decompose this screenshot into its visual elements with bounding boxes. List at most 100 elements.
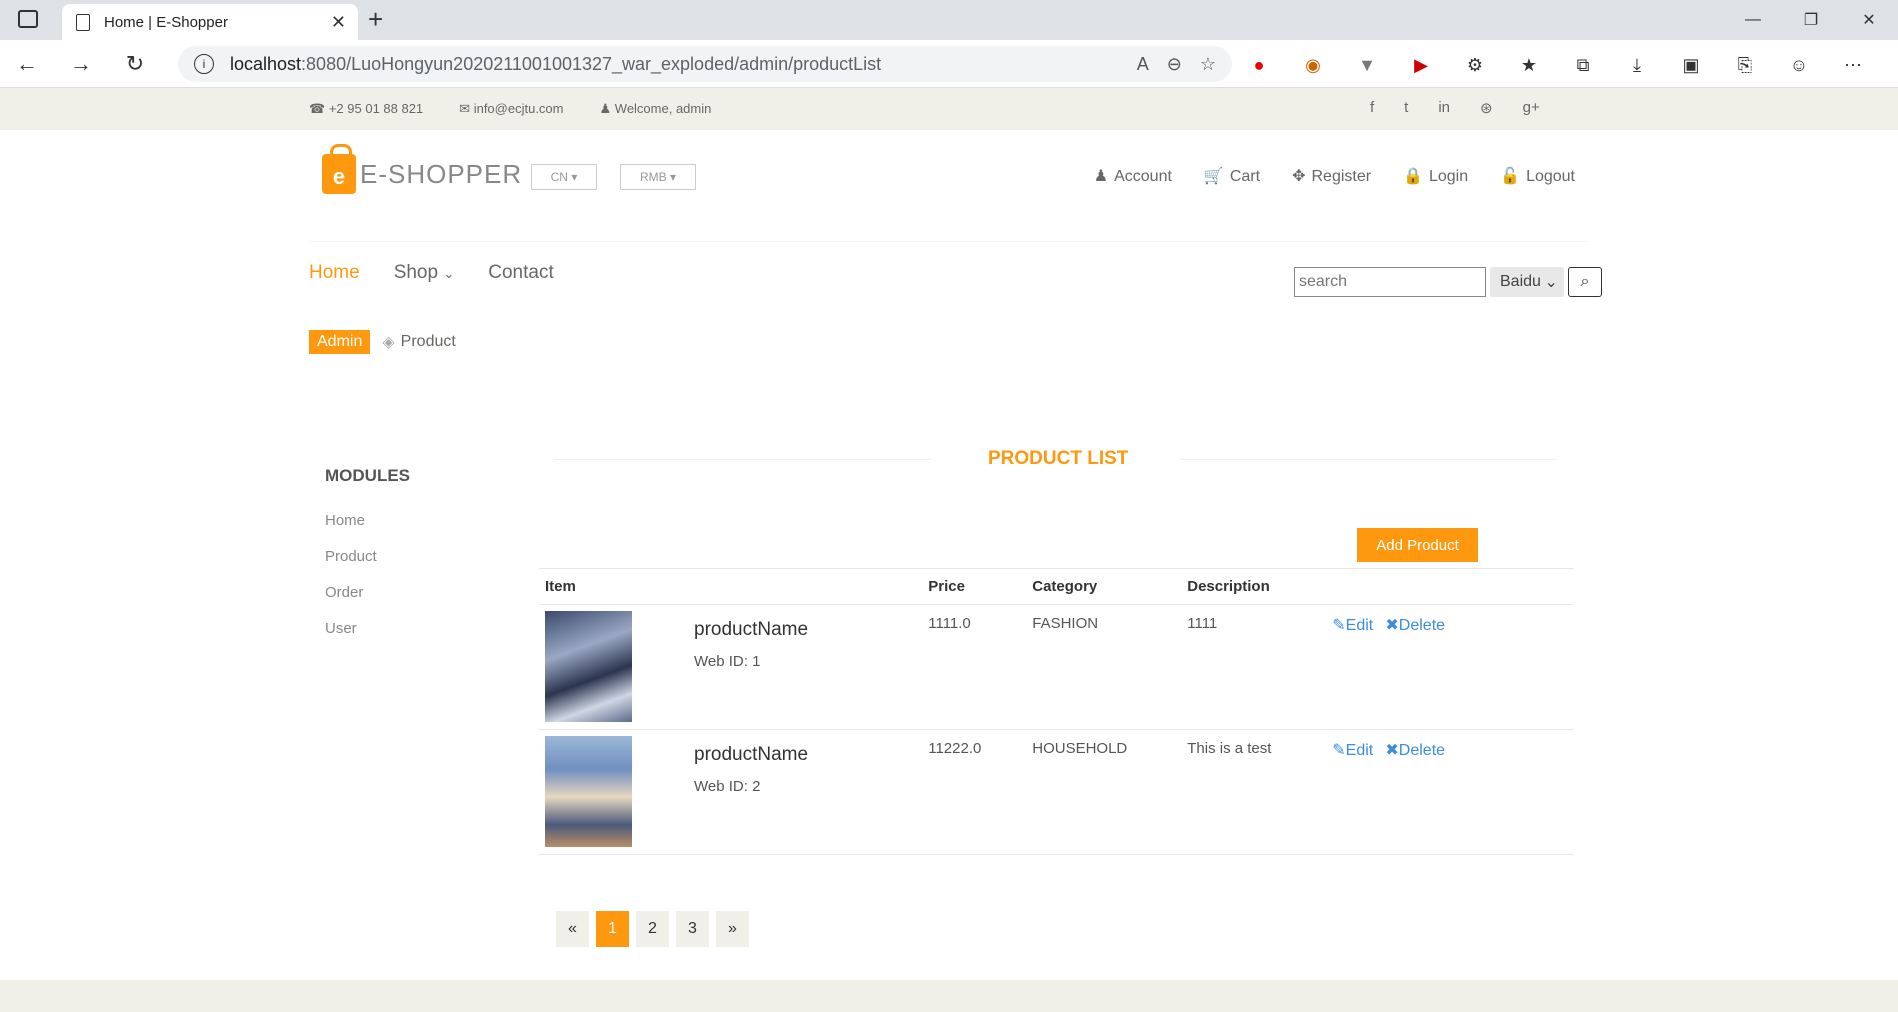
footer	[0, 980, 1898, 1012]
col-item: Item	[539, 568, 694, 605]
col-category: Category	[1026, 568, 1182, 605]
nav-home[interactable]: Home	[309, 262, 360, 284]
url-input[interactable]: i localhost:8080/LuoHongyun2020211001001…	[178, 46, 1232, 82]
breadcrumb-admin[interactable]: Admin	[309, 330, 371, 354]
page-1[interactable]: 1	[596, 911, 629, 947]
site-logo[interactable]: e E-SHOPPER	[322, 144, 522, 194]
logout-label: Logout	[1526, 168, 1575, 185]
vue-extension-icon[interactable]: ▼	[1354, 54, 1380, 76]
edit-label: Edit	[1345, 617, 1374, 634]
register-link[interactable]: ✥ Register	[1292, 166, 1371, 186]
product-webid: Web ID: 2	[694, 778, 761, 795]
times-icon: ✖	[1385, 742, 1399, 759]
account-link[interactable]: ♟ Account	[1094, 166, 1172, 186]
edit-link[interactable]: ✎Edit	[1332, 617, 1373, 634]
product-list-panel: PRODUCT LIST Add Product Item Price Cate…	[539, 440, 1574, 855]
address-bar: ← → ↻ i localhost:8080/LuoHongyun2020211…	[0, 40, 1898, 88]
edit-label: Edit	[1345, 742, 1374, 759]
phone-text: +2 95 01 88 821	[328, 101, 424, 116]
product-webid: Web ID: 1	[694, 653, 761, 670]
favorites-icon[interactable]: ★	[1516, 54, 1542, 76]
page-2[interactable]: 2	[636, 911, 669, 947]
unlock-icon: 🔓	[1500, 168, 1521, 185]
extensions-icon[interactable]: ⚙	[1462, 54, 1488, 76]
col-spacer	[694, 568, 923, 605]
product-name[interactable]: productName	[694, 619, 922, 641]
favorite-add-icon[interactable]: ☆	[1200, 54, 1216, 75]
breadcrumb-separator-icon: ◈	[382, 334, 395, 351]
flag-extension-icon[interactable]: ▶	[1408, 54, 1434, 76]
title-rule-left	[554, 459, 931, 460]
collections-icon[interactable]: ⧉	[1570, 54, 1596, 76]
sidebar-item-product[interactable]: Product	[325, 548, 410, 584]
search-button[interactable]: ⌕	[1568, 267, 1602, 297]
edit-link[interactable]: ✎Edit	[1332, 742, 1373, 759]
times-icon: ✖	[1385, 617, 1399, 634]
window-close-icon[interactable]: ✕	[1840, 0, 1898, 40]
search-input[interactable]	[1294, 267, 1486, 297]
sidebar-item-order[interactable]: Order	[325, 584, 410, 620]
tampermonkey-extension-icon[interactable]: ◉	[1300, 54, 1326, 76]
screenshot-icon[interactable]: ⎘	[1732, 54, 1758, 76]
new-tab-icon[interactable]: +	[368, 4, 383, 35]
facebook-icon[interactable]: f	[1370, 99, 1374, 117]
phone-info: ☎ +2 95 01 88 821	[309, 101, 423, 117]
page-3[interactable]: 3	[676, 911, 709, 947]
site-info-icon[interactable]: i	[194, 54, 214, 74]
chevron-down-icon: ⌄	[1544, 274, 1558, 291]
downloads-icon[interactable]: ⤓	[1624, 54, 1650, 76]
language-dropdown[interactable]: CN ▾	[531, 164, 597, 190]
currency-value: RMB	[639, 170, 667, 184]
url-path: :8080/LuoHongyun2020211001001327_war_exp…	[301, 53, 882, 74]
product-thumbnail[interactable]	[545, 736, 632, 847]
title-row: PRODUCT LIST	[539, 440, 1574, 478]
product-thumbnail[interactable]	[545, 611, 632, 722]
title-rule-right	[1179, 459, 1556, 460]
delete-link[interactable]: ✖Delete	[1385, 742, 1445, 759]
search-engine-select[interactable]: Baidu ⌄	[1490, 267, 1564, 297]
page-next[interactable]: »	[716, 911, 749, 947]
google-plus-icon[interactable]: g+	[1523, 99, 1540, 117]
tab-actions-icon[interactable]	[18, 10, 38, 28]
math-solver-icon[interactable]: ▣	[1678, 54, 1704, 76]
dribbble-icon[interactable]: ⊛	[1480, 99, 1493, 117]
restore-icon[interactable]: ❐	[1782, 0, 1840, 40]
more-menu-icon[interactable]: ⋯	[1840, 54, 1866, 76]
product-info-cell: productName Web ID: 2	[694, 729, 923, 855]
language-value: CN	[550, 170, 568, 184]
browser-tab[interactable]: Home | E-Shopper ✕	[62, 4, 358, 40]
currency-dropdown[interactable]: RMB ▾	[620, 164, 696, 190]
product-description: This is a test	[1181, 729, 1333, 855]
nav-shop[interactable]: Shop ⌄	[394, 262, 455, 284]
cart-icon: 🛒	[1203, 168, 1224, 185]
refresh-icon[interactable]: ↻	[108, 51, 162, 77]
sidebar-item-user[interactable]: User	[325, 620, 410, 656]
read-aloud-icon[interactable]: A	[1137, 54, 1149, 75]
lock-icon: 🔒	[1403, 168, 1423, 185]
account-label: Account	[1114, 168, 1172, 185]
nav-contact[interactable]: Contact	[488, 262, 553, 284]
zoom-icon[interactable]: ⊖	[1167, 54, 1182, 75]
email-info[interactable]: ✉ info@ecjtu.com	[459, 101, 563, 117]
opera-extension-icon[interactable]: ●	[1246, 54, 1272, 76]
forward-icon[interactable]: →	[54, 51, 108, 77]
back-icon[interactable]: ←	[0, 51, 54, 77]
delete-label: Delete	[1398, 617, 1446, 634]
col-actions	[1332, 568, 1574, 605]
twitter-icon[interactable]: t	[1404, 99, 1408, 117]
col-price: Price	[922, 568, 1027, 605]
delete-link[interactable]: ✖Delete	[1385, 617, 1445, 634]
minimize-icon[interactable]: —	[1724, 0, 1782, 40]
sidebar-item-home[interactable]: Home	[325, 512, 410, 548]
login-link[interactable]: 🔒 Login	[1403, 166, 1468, 186]
logout-link[interactable]: 🔓 Logout	[1500, 166, 1575, 186]
page-icon	[76, 13, 90, 31]
linkedin-icon[interactable]: in	[1438, 99, 1450, 117]
add-product-button[interactable]: Add Product	[1357, 528, 1478, 562]
cart-link[interactable]: 🛒 Cart	[1204, 166, 1260, 186]
profile-avatar-icon[interactable]: ☺	[1786, 54, 1812, 76]
header-middle: e E-SHOPPER CN ▾ RMB ▾ ♟ Account 🛒 Cart ✥ R…	[0, 130, 1898, 242]
product-name[interactable]: productName	[694, 744, 922, 766]
page-prev[interactable]: «	[556, 911, 589, 947]
close-tab-icon[interactable]: ✕	[331, 12, 346, 33]
